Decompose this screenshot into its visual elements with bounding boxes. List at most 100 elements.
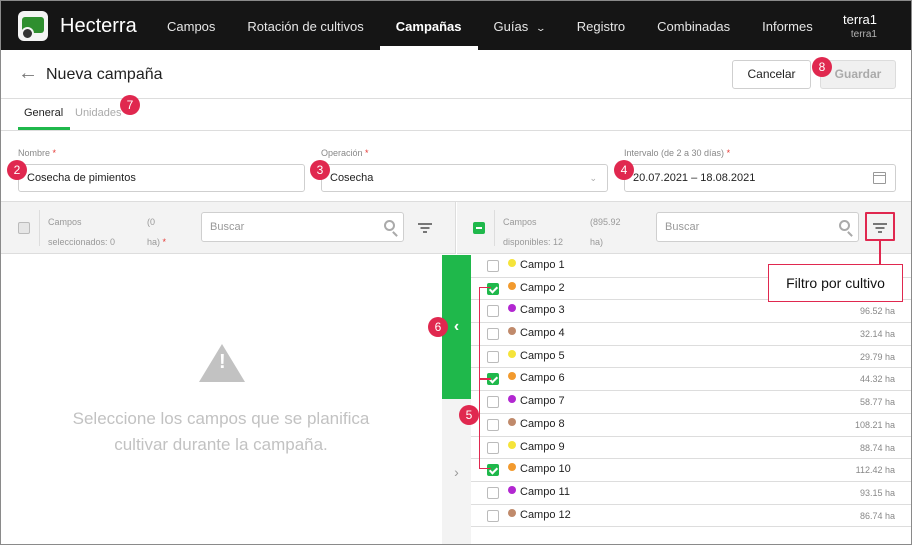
crop-color-dot xyxy=(508,327,516,336)
nav-rotacion[interactable]: Rotación de cultivos xyxy=(231,1,379,50)
user-menu[interactable]: terra1 terra1 xyxy=(843,12,877,40)
selected-count-line1: Campos xyxy=(48,217,82,227)
field-row[interactable]: Campo 3 96.52 ha xyxy=(471,300,911,324)
tractor-icon[interactable] xyxy=(18,11,48,41)
search-icon xyxy=(384,220,395,231)
field-row[interactable]: Campo 6 44.32 ha xyxy=(471,368,911,392)
page-header: ← Nueva campaña Cancelar Guardar xyxy=(1,50,911,99)
divider xyxy=(39,210,40,246)
interval-label: Intervalo (de 2 a 30 días) * xyxy=(624,148,730,158)
warning-exclamation: ! xyxy=(219,351,226,373)
app-name: Hecterra xyxy=(60,15,137,37)
field-row[interactable]: Campo 7 58.77 ha xyxy=(471,391,911,414)
selected-search-input[interactable]: Buscar xyxy=(201,212,404,242)
divider xyxy=(494,210,495,246)
field-row[interactable]: Campo 12 86.74 ha xyxy=(471,505,911,528)
selected-area: (0 ha) * xyxy=(147,212,166,252)
app-window: Hecterra Campos Rotación de cultivos Cam… xyxy=(0,0,912,545)
field-area: 44.32 ha xyxy=(859,374,895,385)
page-title: Nueva campaña xyxy=(46,66,163,83)
annotation-badge-4: 4 xyxy=(614,160,634,180)
tab-general[interactable]: General xyxy=(24,107,63,119)
field-name: Campo 11 xyxy=(520,485,570,498)
nav-campos[interactable]: Campos xyxy=(151,1,231,50)
field-name: Campo 4 xyxy=(520,327,565,340)
field-checkbox[interactable] xyxy=(487,486,499,499)
crop-color-dot xyxy=(508,372,516,381)
available-count-line1: Campos xyxy=(503,217,537,227)
calendar-icon[interactable] xyxy=(873,172,886,184)
checked-fields-bracket-mid xyxy=(479,378,491,380)
crop-color-dot xyxy=(508,259,516,267)
required-mark: * xyxy=(52,148,57,158)
filter-callout: Filtro por cultivo xyxy=(768,264,903,302)
operation-select[interactable]: Cosecha ⌄ xyxy=(321,164,608,192)
back-arrow-icon[interactable]: ← xyxy=(18,62,38,85)
top-navbar: Hecterra Campos Rotación de cultivos Cam… xyxy=(1,1,911,50)
field-row[interactable]: Campo 4 32.14 ha xyxy=(471,323,911,346)
crop-color-dot xyxy=(508,440,516,449)
available-count: Campos disponibles: 12 xyxy=(503,212,563,252)
available-area-line2: ha) xyxy=(590,237,604,247)
select-all-selected-checkbox[interactable] xyxy=(18,222,30,234)
selected-count-line2: seleccionados: 0 xyxy=(48,237,116,247)
chevron-right-icon: › xyxy=(454,464,459,480)
tab-units[interactable]: Unidades xyxy=(75,107,121,119)
field-row[interactable]: Campo 9 88.74 ha xyxy=(471,437,911,460)
field-area: 112.42 ha xyxy=(855,465,895,476)
crop-color-dot xyxy=(508,304,516,313)
field-checkbox[interactable] xyxy=(487,260,499,272)
selected-fields-empty-state xyxy=(1,255,441,544)
callout-connector xyxy=(879,241,881,264)
annotation-badge-2: 2 xyxy=(7,160,27,180)
empty-line2: cultivar durante la campaña. xyxy=(114,435,328,454)
field-area: 88.74 ha xyxy=(859,442,895,453)
selected-area-line1: (0 xyxy=(147,217,156,227)
interval-value: 20.07.2021 – 18.08.2021 xyxy=(633,172,756,184)
active-tab-indicator xyxy=(18,127,70,130)
nav-registro[interactable]: Registro xyxy=(561,1,641,50)
field-checkbox[interactable] xyxy=(487,509,499,522)
chevron-down-icon: ⌄ xyxy=(535,23,547,33)
field-row[interactable]: Campo 10 112.42 ha xyxy=(471,459,911,482)
nav-guias[interactable]: Guías ⌄ xyxy=(478,1,561,50)
annotation-badge-6: 6 xyxy=(428,317,448,337)
interval-label-text: Intervalo (de 2 a 30 días) xyxy=(624,148,725,158)
crop-color-dot xyxy=(508,463,516,472)
search-placeholder: Buscar xyxy=(210,221,245,233)
field-name: Campo 12 xyxy=(520,508,571,521)
cancel-button[interactable]: Cancelar xyxy=(732,60,811,89)
available-search-input[interactable]: Buscar xyxy=(656,212,859,242)
name-label-text: Nombre xyxy=(18,148,51,158)
available-area: (895.92 ha) xyxy=(590,212,621,252)
field-name: Campo 1 xyxy=(520,259,565,271)
field-area: 86.74 ha xyxy=(859,510,895,521)
nav-campanas[interactable]: Campañas xyxy=(379,1,478,50)
selected-area-line2: ha) xyxy=(147,237,161,247)
field-row[interactable]: Campo 8 108.21 ha xyxy=(471,414,911,437)
crop-color-dot xyxy=(508,395,516,404)
operation-label-text: Operación xyxy=(321,148,363,158)
field-row[interactable]: Campo 5 29.79 ha xyxy=(471,346,911,369)
annotation-badge-5: 5 xyxy=(459,405,479,425)
available-fields-toolbar: Campos disponibles: 12 (895.92 ha) Buscar xyxy=(457,202,911,254)
crop-color-dot xyxy=(508,281,516,290)
nav-informes[interactable]: Informes xyxy=(746,1,829,50)
crop-color-dot xyxy=(508,508,516,517)
field-area: 32.14 ha xyxy=(859,329,895,340)
interval-field[interactable]: 20.07.2021 – 18.08.2021 xyxy=(624,164,896,192)
move-to-available-button[interactable]: › xyxy=(442,457,471,487)
field-row[interactable]: Campo 11 93.15 ha xyxy=(471,482,911,505)
main-nav: Campos Rotación de cultivos Campañas Guí… xyxy=(151,1,829,50)
filter-icon[interactable] xyxy=(418,223,432,233)
select-all-available-checkbox[interactable] xyxy=(473,222,485,234)
field-name: Campo 3 xyxy=(520,304,565,317)
chevron-left-icon: ‹ xyxy=(453,318,460,335)
nav-guias-label: Guías xyxy=(493,19,529,34)
nav-combinadas[interactable]: Combinadas xyxy=(641,1,746,50)
operation-label: Operación * xyxy=(321,148,369,158)
field-area: 29.79 ha xyxy=(859,351,895,362)
name-label: Nombre * xyxy=(18,148,56,158)
name-field[interactable]: Cosecha de pimientos xyxy=(18,164,305,192)
available-area-line1: (895.92 xyxy=(590,217,621,227)
